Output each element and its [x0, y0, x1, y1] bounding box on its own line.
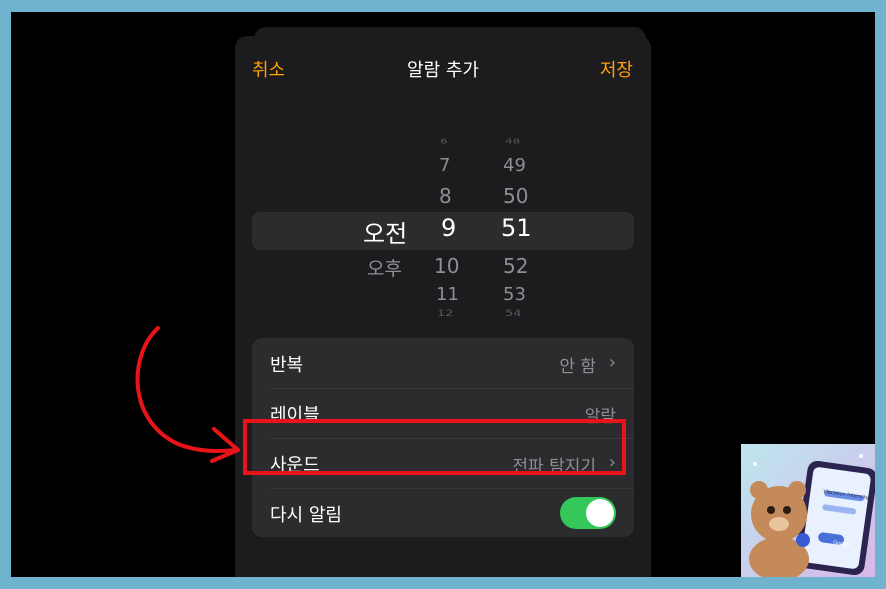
page-title: 알람 추가 [407, 60, 479, 81]
picker-ampm-option[interactable]: 오후 [367, 254, 402, 281]
repeat-value: 안 함 [559, 357, 596, 377]
picker-minute-option[interactable]: 53 [503, 284, 526, 305]
picker-minute-option[interactable]: 50 [503, 184, 528, 208]
picker-minute-option[interactable]: 52 [503, 254, 528, 278]
add-alarm-sheet: 취소 알람 추가 저장 오전 오후 6 7 8 9 10 11 12 48 49… [235, 36, 651, 577]
repeat-label: 반복 [270, 355, 304, 376]
snooze-row: 다시 알림 [252, 488, 634, 537]
picker-hour-option[interactable]: 6 [440, 137, 448, 145]
picker-ampm-selected[interactable]: 오전 [363, 214, 407, 249]
picker-hour-option[interactable]: 8 [439, 184, 452, 208]
picker-minute-option[interactable]: 54 [505, 308, 522, 319]
picker-minute-selected[interactable]: 51 [501, 214, 532, 242]
picker-hour-option[interactable]: 7 [439, 155, 450, 176]
snooze-label: 다시 알림 [270, 505, 342, 526]
picker-hour-option[interactable]: 10 [434, 254, 459, 278]
picker-hour-option[interactable]: 11 [436, 284, 459, 305]
bear-phone-illustration: Vibration Intensity Google [741, 444, 875, 577]
picker-minute-option[interactable]: 49 [503, 155, 526, 176]
repeat-row[interactable]: 반복 안 함 › [252, 338, 634, 388]
picker-hour-selected[interactable]: 9 [441, 214, 456, 242]
sound-highlight-box [243, 419, 626, 475]
bear-phone-icon [749, 454, 875, 577]
picker-hour-option[interactable]: 12 [437, 308, 454, 319]
picker-minute-option[interactable]: 48 [505, 137, 520, 145]
snooze-toggle[interactable] [560, 497, 616, 529]
toggle-knob [586, 499, 614, 527]
save-button[interactable]: 저장 [600, 56, 633, 82]
red-arrow-annotation [135, 326, 240, 463]
chevron-right-icon: › [608, 352, 616, 373]
